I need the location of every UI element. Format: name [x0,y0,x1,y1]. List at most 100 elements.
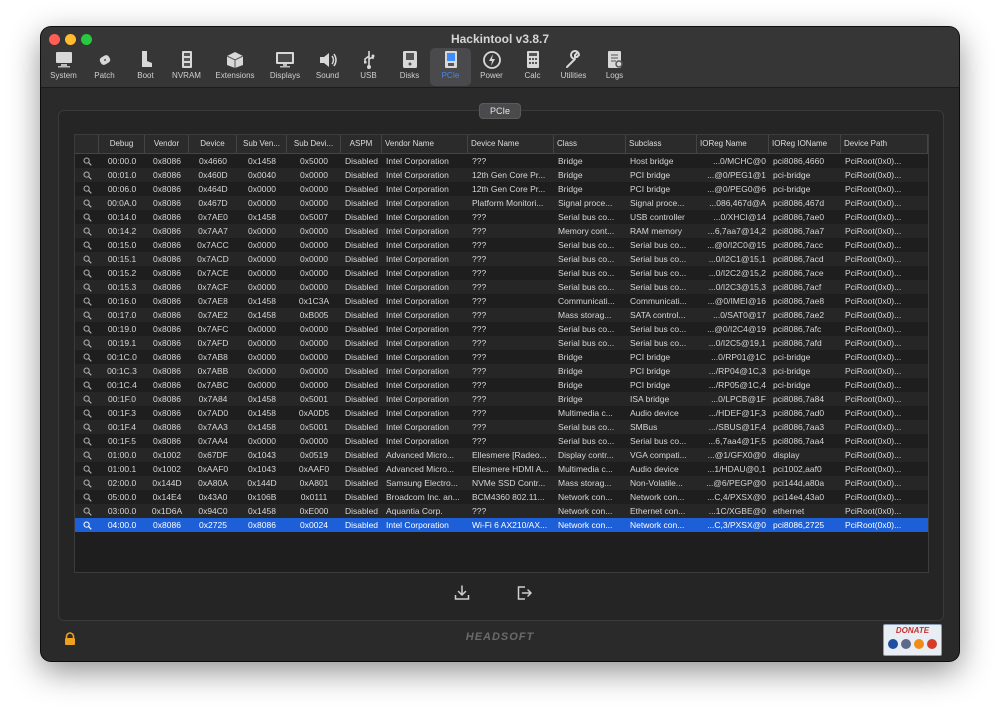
toolbar-item-patch[interactable]: Patch [84,48,125,86]
table-header: Debug Vendor Device Sub Ven... Sub Devi... AS… [75,135,928,154]
table-row[interactable]: 00:19.1 0x8086 0x7AFD 0x0000 0x0000 Disabled I… [75,336,928,350]
table-row[interactable]: 04:00.0 0x8086 0x2725 0x8086 0x0024 Disabled I… [75,518,928,532]
column-header-inspect[interactable] [75,135,99,153]
column-header[interactable]: Sub Devi... [287,135,341,153]
magnifier-icon[interactable] [75,322,99,336]
table-row[interactable]: 00:17.0 0x8086 0x7AE2 0x1458 0xB005 Disabled I… [75,308,928,322]
toolbar-item-power[interactable]: Power [471,48,512,86]
toolbar-item-extensions[interactable]: Extensions [207,48,263,86]
magnifier-icon[interactable] [75,406,99,420]
table-cell: 00:19.0 [107,324,137,334]
table-row[interactable]: 00:0A.0 0x8086 0x467D 0x0000 0x0000 Disabled I… [75,196,928,210]
table-row[interactable]: 05:00.0 0x14E4 0x43A0 0x106B 0x0111 Disabled B… [75,490,928,504]
table-cell: 0x1458 [248,408,276,418]
magnifier-icon[interactable] [75,518,99,532]
column-header[interactable]: Vendor [145,135,189,153]
toolbar-item-boot[interactable]: Boot [125,48,166,86]
table-row[interactable]: 00:00.0 0x8086 0x4660 0x1458 0x5000 Disabled I… [75,154,928,168]
table-row[interactable]: 00:1F.4 0x8086 0x7AA3 0x1458 0x5001 Disabled I… [75,420,928,434]
toolbar-item-system[interactable]: System [43,48,84,86]
column-header[interactable]: ASPM [341,135,382,153]
table-cell: Non-Volatile... [630,478,683,488]
tab-pcie[interactable]: PCIe [479,103,521,119]
toolbar-item-logs[interactable]: Logs [594,48,635,86]
magnifier-icon[interactable] [75,196,99,210]
table-row[interactable]: 00:1C.3 0x8086 0x7ABB 0x0000 0x0000 Disabled I… [75,364,928,378]
table-row[interactable]: 00:15.3 0x8086 0x7ACF 0x0000 0x0000 Disabled I… [75,280,928,294]
magnifier-icon[interactable] [75,378,99,392]
table-row[interactable]: 00:1C.0 0x8086 0x7AB8 0x0000 0x0000 Disabled I… [75,350,928,364]
column-header[interactable]: Subclass [626,135,697,153]
toolbar-item-disks[interactable]: Disks [389,48,430,86]
magnifier-icon[interactable] [75,168,99,182]
table-row[interactable]: 00:1F.0 0x8086 0x7A84 0x1458 0x5001 Disabled I… [75,392,928,406]
magnifier-icon[interactable] [75,336,99,350]
table-row[interactable]: 00:1F.5 0x8086 0x7AA4 0x0000 0x0000 Disabled I… [75,434,928,448]
magnifier-icon[interactable] [75,308,99,322]
magnifier-icon[interactable] [75,420,99,434]
table-row[interactable]: 00:15.1 0x8086 0x7ACD 0x0000 0x0000 Disabled I… [75,252,928,266]
exit-button[interactable] [513,582,535,604]
magnifier-icon[interactable] [75,490,99,504]
column-header[interactable]: Device Path [841,135,928,153]
table-row[interactable]: 00:1C.4 0x8086 0x7ABC 0x0000 0x0000 Disabled I… [75,378,928,392]
magnifier-icon[interactable] [75,252,99,266]
toolbar-item-displays[interactable]: Displays [263,48,307,86]
column-header[interactable]: Vendor Name [382,135,468,153]
column-header[interactable]: Class [554,135,626,153]
table-row[interactable]: 01:00.0 0x1002 0x67DF 0x1043 0x0519 Disabled A… [75,448,928,462]
donate-button[interactable]: DONATE [883,624,942,656]
lock-button[interactable] [63,632,77,646]
table-row[interactable]: 00:15.0 0x8086 0x7ACC 0x0000 0x0000 Disabled I… [75,238,928,252]
toolbar-item-pcie[interactable]: PCIe [430,48,471,86]
toolbar-item-sound[interactable]: Sound [307,48,348,86]
table-row[interactable]: 00:16.0 0x8086 0x7AE8 0x1458 0x1C3A Disabled I… [75,294,928,308]
magnifier-icon[interactable] [75,154,99,168]
column-header[interactable]: IOReg Name [697,135,769,153]
column-header[interactable]: Sub Ven... [237,135,287,153]
magnifier-icon[interactable] [75,224,99,238]
magnifier-icon[interactable] [75,462,99,476]
table-cell: RAM memory [630,226,682,236]
toolbar-item-calc[interactable]: Calc [512,48,553,86]
magnifier-icon[interactable] [75,434,99,448]
table-row[interactable]: 03:00.0 0x1D6A 0x94C0 0x1458 0xE000 Disabled A… [75,504,928,518]
magnifier-icon[interactable] [75,280,99,294]
magnifier-icon[interactable] [75,238,99,252]
magnifier-icon[interactable] [75,294,99,308]
toolbar-item-utilities[interactable]: Utilities [553,48,594,86]
table-row[interactable]: 00:14.2 0x8086 0x7AA7 0x0000 0x0000 Disabled I… [75,224,928,238]
column-header[interactable]: Debug [99,135,145,153]
column-header[interactable]: Device Name [468,135,554,153]
column-header[interactable]: IOReg IOName [769,135,841,153]
table-cell: pci-bridge [773,352,811,362]
magnifier-icon[interactable] [75,476,99,490]
magnifier-icon[interactable] [75,364,99,378]
toolbar-item-usb[interactable]: USB [348,48,389,86]
magnifier-icon[interactable] [75,210,99,224]
magnifier-icon[interactable] [75,182,99,196]
table-row[interactable]: 00:06.0 0x8086 0x464D 0x0000 0x0000 Disabled I… [75,182,928,196]
toolbar-item-label: Boot [137,71,154,80]
toolbar-item-label: PCIe [441,71,460,80]
table-row[interactable]: 00:01.0 0x8086 0x460D 0x0040 0x0000 Disabled I… [75,168,928,182]
table-row[interactable]: 02:00.0 0x144D 0xA80A 0x144D 0xA801 Disabled S… [75,476,928,490]
table-row[interactable]: 00:15.2 0x8086 0x7ACE 0x0000 0x0000 Disabled I… [75,266,928,280]
table-row[interactable]: 01:00.1 0x1002 0xAAF0 0x1043 0xAAF0 Disabled A… [75,462,928,476]
magnifier-icon[interactable] [75,504,99,518]
magnifier-icon[interactable] [75,448,99,462]
table-cell: Disabled [344,464,379,474]
magnifier-icon[interactable] [75,350,99,364]
table-cell: Intel Corporation [386,352,449,362]
magnifier-icon[interactable] [75,266,99,280]
toolbar-item-label: Extensions [215,71,255,80]
table-row[interactable]: 00:1F.3 0x8086 0x7AD0 0x1458 0xA0D5 Disabled I… [75,406,928,420]
export-button[interactable] [451,582,473,604]
table-cell: PCI bridge [630,366,671,376]
toolbar-item-nvram[interactable]: NVRAM [166,48,207,86]
table-row[interactable]: 00:19.0 0x8086 0x7AFC 0x0000 0x0000 Disabled I… [75,322,928,336]
table-row[interactable]: 00:14.0 0x8086 0x7AE0 0x1458 0x5007 Disabled I… [75,210,928,224]
column-header[interactable]: Device [189,135,237,153]
pcie-device-table[interactable]: Debug Vendor Device Sub Ven... Sub Devi... AS… [74,134,929,573]
magnifier-icon[interactable] [75,392,99,406]
